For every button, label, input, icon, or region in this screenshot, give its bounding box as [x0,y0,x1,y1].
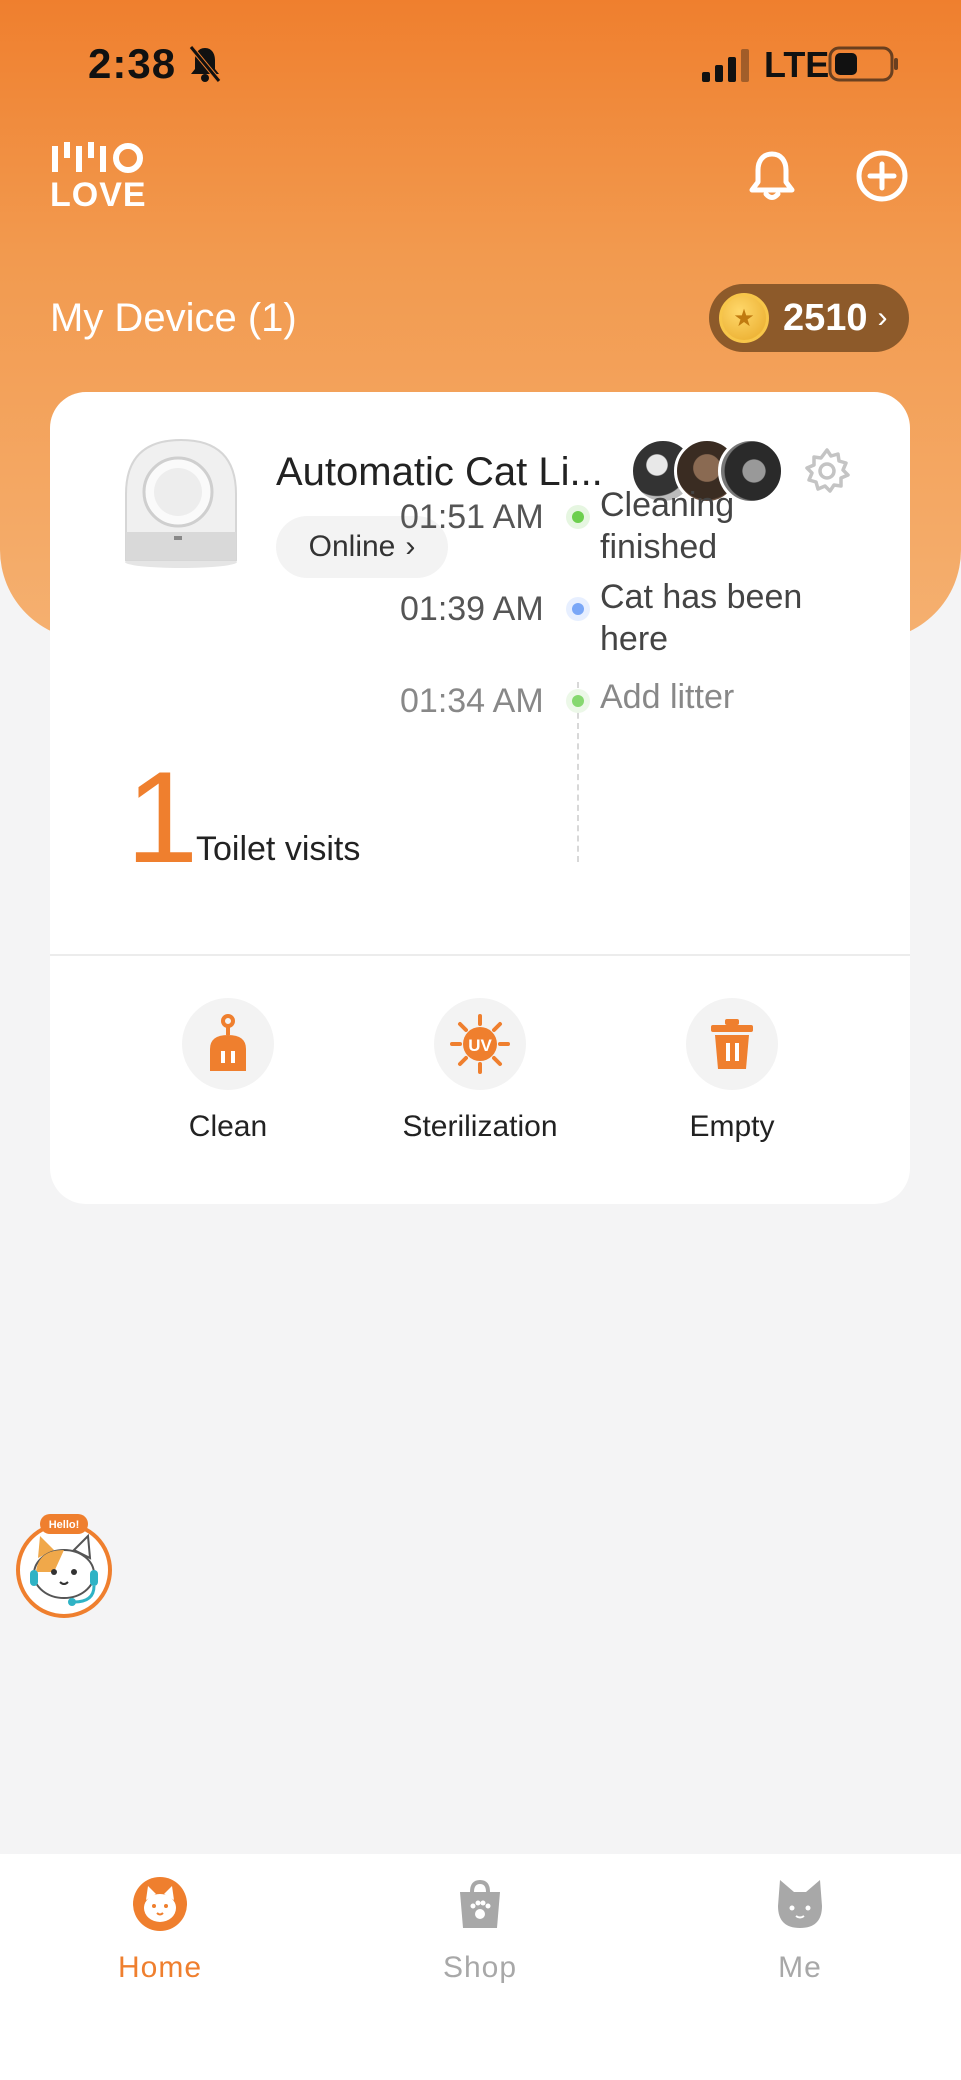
timeline-event: Cleaning finished [600,486,735,566]
sterilization-button[interactable]: UV Sterilization [380,998,580,1144]
tab-home-label: Home [117,1951,203,1984]
silent-bell-icon [189,45,221,83]
timeline-time: 01:34 AM [400,682,544,720]
clean-button[interactable]: Clean [128,998,328,1144]
clean-icon [182,998,274,1090]
timeline-event: Cat has been here [600,578,803,658]
notification-bell-icon[interactable] [744,148,800,204]
logo-icon [52,142,143,173]
tab-me-label: Me [778,1951,822,1984]
helper-badge-text: Hello! [49,1519,80,1531]
empty-button[interactable]: Empty [632,998,832,1144]
tab-home[interactable]: Home [60,1876,260,1985]
battery-icon [828,46,898,82]
timeline-dot [566,597,590,621]
uv-icon-text: UV [468,1036,492,1055]
trash-icon [686,998,778,1090]
cat-face-icon [778,1880,822,1928]
device-card[interactable]: Automatic Cat Li... Online › 1 Toilet vi… [50,392,910,1204]
toilet-visits-label: Toilet visits [196,830,361,868]
add-device-icon[interactable] [854,148,910,204]
coins-button[interactable]: ★ 2510 › [709,284,909,352]
coin-balance: 2510 [783,296,868,339]
tab-me[interactable]: Me [700,1876,900,1985]
timeline-dot [566,505,590,529]
bottom-tab-bar: Home Shop Me [0,1854,961,2080]
empty-label: Empty [689,1110,775,1143]
my-device-title: My Device (1) [50,296,297,340]
online-status-label: Online [308,530,396,563]
timeline-event: Add litter [600,678,735,716]
clean-label: Clean [188,1110,268,1143]
tab-shop[interactable]: Shop [380,1876,580,1985]
shop-bag-icon [460,1879,500,1928]
status-bar: 2:38 LTE [0,0,961,120]
status-time: 2:38 [88,40,177,87]
logo-text: LOVE [50,176,147,214]
network-type: LTE [764,44,830,85]
timeline-dot [566,689,590,713]
coin-icon: ★ [719,293,769,343]
support-assistant-icon[interactable]: Hello! [14,1510,114,1620]
divider [50,954,910,956]
device-name: Automatic Cat Li... [276,450,603,494]
sterilization-label: Sterilization [402,1110,558,1143]
toilet-visits-count: 1 [126,744,199,890]
signal-icon [702,49,749,82]
timeline-time: 01:39 AM [400,590,544,628]
tab-shop-label: Shop [442,1951,518,1984]
home-cat-icon [133,1877,187,1931]
litter-box-image [125,438,237,568]
chevron-right-icon: › [877,301,888,334]
timeline-time: 01:51 AM [400,498,544,536]
uv-icon: UV [434,998,526,1090]
